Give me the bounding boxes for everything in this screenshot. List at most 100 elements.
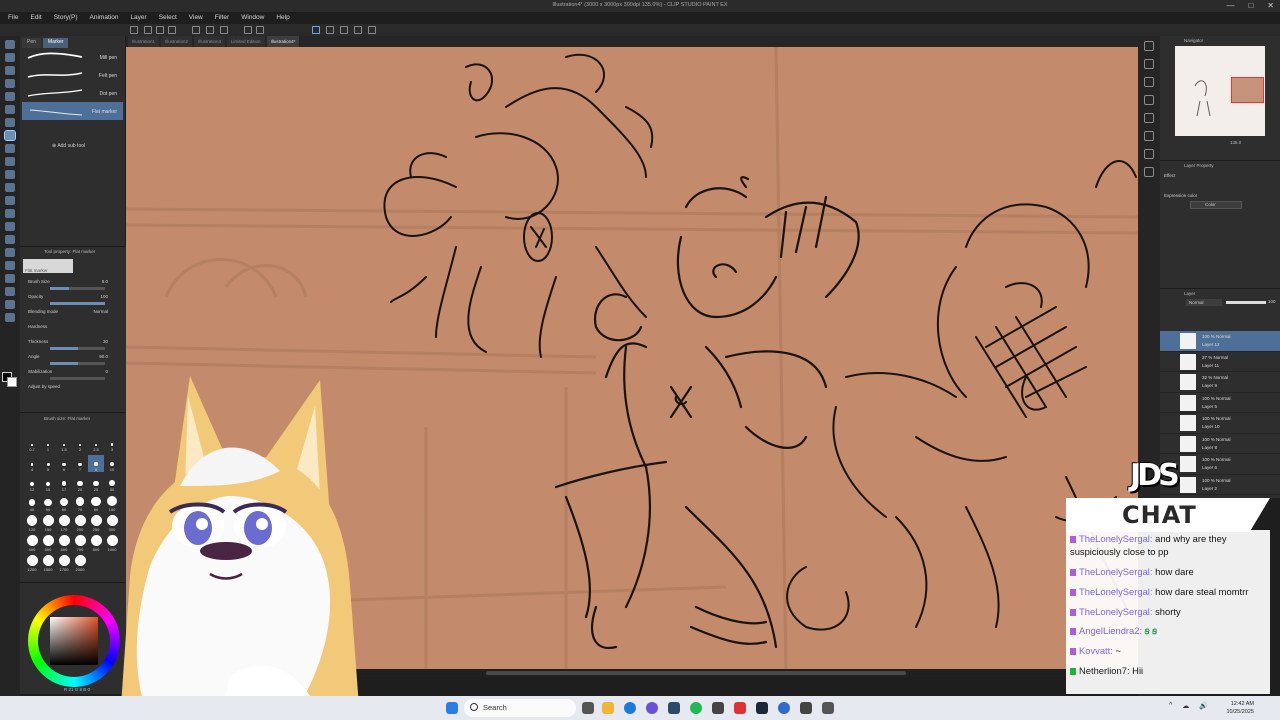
brush-size-option[interactable]: 700 [72, 535, 88, 552]
property-slider[interactable] [50, 302, 105, 305]
brush-size-option[interactable]: 400 [24, 535, 40, 552]
discord-icon[interactable] [646, 702, 658, 714]
navigator-zoom[interactable]: 135.0 [1230, 140, 1241, 145]
doc-tab[interactable]: Illustration3 [194, 36, 226, 47]
youtube-icon[interactable] [734, 702, 746, 714]
brush-size-option[interactable]: 7 [72, 455, 88, 472]
brush-size-option[interactable]: 50 [40, 495, 56, 512]
layer-row[interactable]: 100 % Normal Layer 2 [1160, 475, 1280, 495]
redo-icon[interactable] [206, 26, 214, 34]
close-button[interactable]: ✕ [1267, 1, 1274, 10]
menu-select[interactable]: Select [155, 12, 185, 24]
move-tool-icon[interactable] [5, 66, 15, 75]
settings-icon[interactable] [220, 26, 228, 34]
brush-size-option[interactable]: 6 [56, 455, 72, 472]
tab-marker[interactable]: Marker [42, 38, 69, 48]
snap-grid-icon[interactable] [326, 26, 334, 34]
brush-felt-pen[interactable]: Felt pen [22, 66, 123, 84]
brush-mill-pen[interactable]: Mill pen [22, 48, 123, 66]
layer-row[interactable]: 100 % Normal Layer 8 [1160, 434, 1280, 454]
menu-animation[interactable]: Animation [86, 12, 127, 24]
file-explorer-icon[interactable] [602, 702, 614, 714]
property-slider[interactable] [50, 377, 105, 380]
menu-layer[interactable]: Layer [126, 12, 154, 24]
property-value[interactable]: Normal [93, 309, 108, 314]
brush-size-option[interactable]: 4 [24, 455, 40, 472]
brush-size-option[interactable]: 250 [88, 515, 104, 532]
volume-icon[interactable]: 🔊 [1199, 702, 1208, 710]
brush-size-option[interactable]: 15 [40, 475, 56, 492]
property-slider[interactable] [50, 347, 105, 350]
task-view-icon[interactable] [582, 702, 594, 714]
menu-edit[interactable]: Edit [26, 12, 49, 24]
export-icon[interactable] [168, 26, 176, 34]
menu-window[interactable]: Window [237, 12, 272, 24]
layer-row[interactable]: 32 % Normal Layer 9 [1160, 372, 1280, 393]
property-slider[interactable] [50, 287, 105, 290]
decoration-tool-icon[interactable] [5, 183, 15, 192]
brush-size-option[interactable]: 0.7 [24, 435, 40, 452]
new-file-icon[interactable] [130, 26, 138, 34]
edge-icon[interactable] [624, 702, 636, 714]
brush-size-option[interactable]: 20 [72, 475, 88, 492]
snap-special-icon[interactable] [354, 26, 362, 34]
brush-size-option[interactable]: 2 [72, 435, 88, 452]
blend-tool-icon[interactable] [5, 209, 15, 218]
info-icon[interactable] [1144, 77, 1154, 87]
color-swatches[interactable] [2, 372, 18, 388]
brush-size-option[interactable]: 70 [72, 495, 88, 512]
eyedropper-tool-icon[interactable] [5, 105, 15, 114]
snap-ruler-show-icon[interactable] [368, 26, 376, 34]
brush-size-option[interactable]: 5 [40, 455, 56, 472]
taskbar-clock[interactable]: 12:42 AM 10/25/2025 [1226, 700, 1254, 716]
menu-help[interactable]: Help [272, 12, 297, 24]
brush-size-option[interactable]: 600 [56, 535, 72, 552]
auto-action-icon[interactable] [1144, 149, 1154, 159]
tab-pen[interactable]: Pen [22, 38, 41, 48]
brush-size-option[interactable]: 500 [40, 535, 56, 552]
app-icon[interactable] [800, 702, 812, 714]
menu-file[interactable]: File [0, 12, 26, 24]
property-value[interactable]: 8.0 [102, 279, 108, 284]
brush-size-option[interactable]: 1700 [56, 555, 72, 572]
steam-icon[interactable] [668, 702, 680, 714]
navigator-panel-icon[interactable] [1144, 41, 1154, 51]
start-icon[interactable] [446, 702, 458, 714]
ruler-tool-icon[interactable] [5, 274, 15, 283]
zoom-tool-icon[interactable] [5, 40, 15, 49]
brush-size-option[interactable]: 12 [24, 475, 40, 492]
brush-size-option[interactable]: 1 [40, 435, 56, 452]
add-sub-tool-button[interactable]: ⊕ Add sub tool [52, 143, 85, 149]
property-slider[interactable] [50, 362, 105, 365]
layer-row[interactable]: 100 % Normal Layer 6 [1160, 454, 1280, 475]
brush-dot-pen[interactable]: Dot pen [22, 84, 123, 102]
layer-row[interactable]: 100 % Normal Layer 12 [1160, 331, 1280, 352]
sub-view-icon[interactable] [1144, 59, 1154, 69]
menu-filter[interactable]: Filter [211, 12, 237, 24]
taskbar-search[interactable]: Search [464, 699, 576, 717]
history-icon[interactable] [1144, 131, 1154, 141]
navigator-view-frame[interactable] [1231, 77, 1264, 103]
brush-size-option[interactable]: 80 [88, 495, 104, 512]
menu-view[interactable]: View [185, 12, 211, 24]
blend-mode-select[interactable]: Normal [1186, 299, 1222, 306]
layer-row[interactable]: 100 % Normal Layer 10 [1160, 413, 1280, 434]
brush-size-option[interactable]: 8 [88, 455, 104, 472]
sub-color-swatch[interactable] [7, 377, 17, 387]
material-icon[interactable] [1144, 95, 1154, 105]
brush-flat-marker[interactable]: Flat marker [22, 102, 123, 120]
brush-tool-icon[interactable] [5, 157, 15, 166]
lasso-tool-icon[interactable] [5, 92, 15, 101]
save-icon[interactable] [156, 26, 164, 34]
layer-row[interactable]: 100 % Normal Layer 5 [1160, 393, 1280, 413]
brush-size-option[interactable]: 800 [88, 535, 104, 552]
fill-tool-icon[interactable] [5, 222, 15, 231]
snap-perspective-icon[interactable] [340, 26, 348, 34]
scroll-thumb[interactable] [486, 671, 906, 675]
menu-story[interactable]: Story(P) [50, 12, 86, 24]
hand-tool-icon[interactable] [5, 53, 15, 62]
undo-icon[interactable] [192, 26, 200, 34]
property-value[interactable]: 0 [105, 369, 108, 374]
clip-studio-taskbar-icon[interactable] [822, 702, 834, 714]
airbrush-tool-icon[interactable] [5, 170, 15, 179]
